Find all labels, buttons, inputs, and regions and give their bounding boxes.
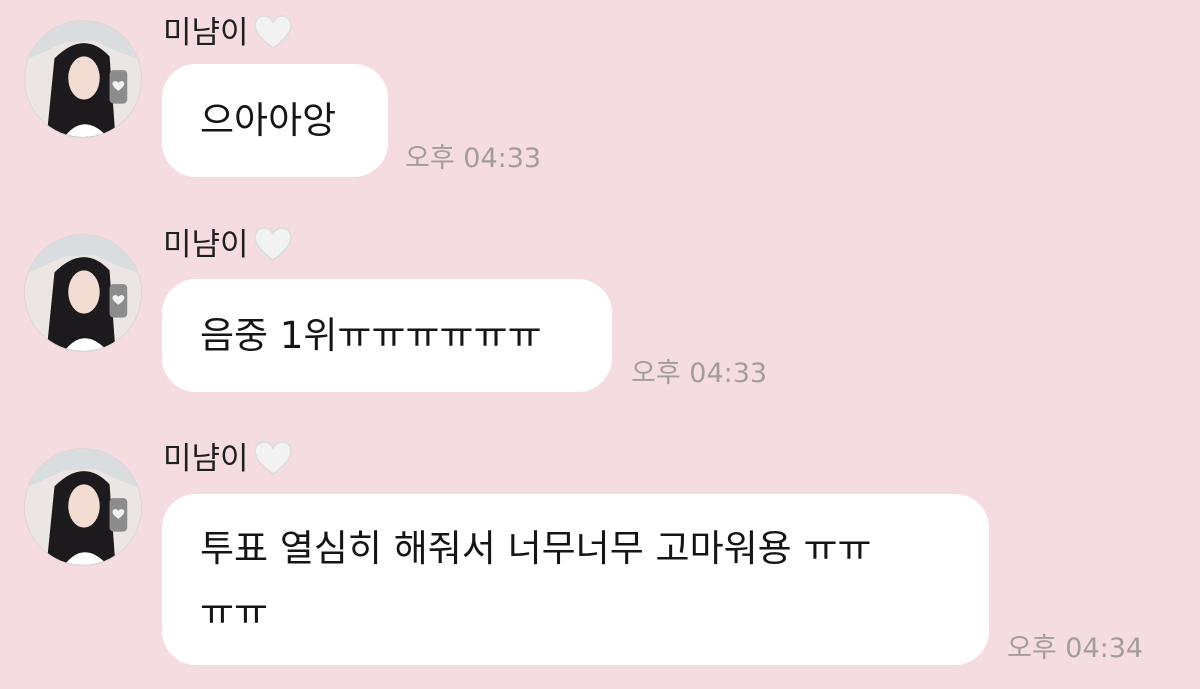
message-bubble[interactable]: 으아아앙 <box>162 64 388 177</box>
white-heart-icon <box>253 225 293 265</box>
message-timestamp: 오후 04:33 <box>631 358 768 389</box>
sender-name-text: 미냠이 <box>163 227 249 263</box>
message-text: 음중 1위ㅠㅠㅠㅠㅠㅠ <box>200 314 542 357</box>
avatar[interactable] <box>24 20 142 138</box>
message-timestamp: 오후 04:34 <box>1007 633 1144 664</box>
avatar[interactable] <box>24 234 142 352</box>
sender-name: 미냠이 <box>163 13 293 53</box>
avatar[interactable] <box>24 448 142 566</box>
message-timestamp: 오후 04:33 <box>405 143 542 174</box>
profile-photo <box>25 235 141 351</box>
message-text-line: 투표 열심히 해줘서 너무너무 고마워용 ㅠㅠ <box>200 527 872 570</box>
message-bubble[interactable]: 음중 1위ㅠㅠㅠㅠㅠㅠ <box>162 279 612 392</box>
profile-photo <box>25 21 141 137</box>
message-text-line: ㅠㅠ <box>200 591 269 634</box>
message-text: 으아아앙 <box>200 99 337 142</box>
white-heart-icon <box>253 13 293 53</box>
sender-name: 미냠이 <box>163 439 293 479</box>
sender-name-text: 미냠이 <box>163 15 249 51</box>
white-heart-icon <box>253 439 293 479</box>
profile-photo <box>25 449 141 565</box>
sender-name: 미냠이 <box>163 225 293 265</box>
message-bubble[interactable]: 투표 열심히 해줘서 너무너무 고마워용 ㅠㅠ ㅠㅠ <box>162 494 989 665</box>
sender-name-text: 미냠이 <box>163 441 249 477</box>
